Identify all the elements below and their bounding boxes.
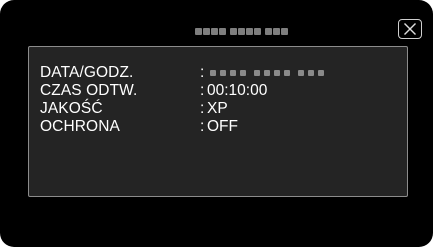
date-placeholder-dashes <box>254 70 290 76</box>
info-row-date: DATA/GODZ. : <box>40 64 324 82</box>
info-separator: : <box>200 100 205 117</box>
info-value-date <box>207 70 324 76</box>
date-placeholder-dashes <box>298 70 324 76</box>
placeholder-dashes <box>230 27 261 35</box>
placeholder-dashes <box>265 27 288 35</box>
info-row-protection: OCHRONA : OFF <box>40 118 238 136</box>
info-value: OFF <box>207 118 238 135</box>
info-row-duration: CZAS ODTW. : 00:10:00 <box>40 82 267 100</box>
info-separator: : <box>200 82 205 99</box>
info-label: CZAS ODTW. <box>40 82 138 99</box>
info-label: OCHRONA <box>40 118 120 135</box>
info-row-quality: JAKOŚĆ : XP <box>40 100 228 118</box>
info-value: XP <box>207 100 228 117</box>
info-label: JAKOŚĆ <box>40 100 103 117</box>
close-x-icon <box>404 23 416 35</box>
playback-info-screen: DATA/GODZ. : CZAS ODTW. : 00:10:00 JAKOŚ… <box>0 0 433 247</box>
info-separator: : <box>200 64 205 81</box>
info-panel: DATA/GODZ. : CZAS ODTW. : 00:10:00 JAKOŚ… <box>28 46 408 197</box>
date-placeholder-dashes <box>210 70 246 76</box>
info-separator: : <box>200 118 205 135</box>
close-button[interactable] <box>398 19 422 39</box>
info-value: 00:10:00 <box>207 82 268 99</box>
placeholder-dashes <box>195 27 226 35</box>
header-title-placeholder <box>195 27 288 35</box>
info-label: DATA/GODZ. <box>40 64 134 81</box>
